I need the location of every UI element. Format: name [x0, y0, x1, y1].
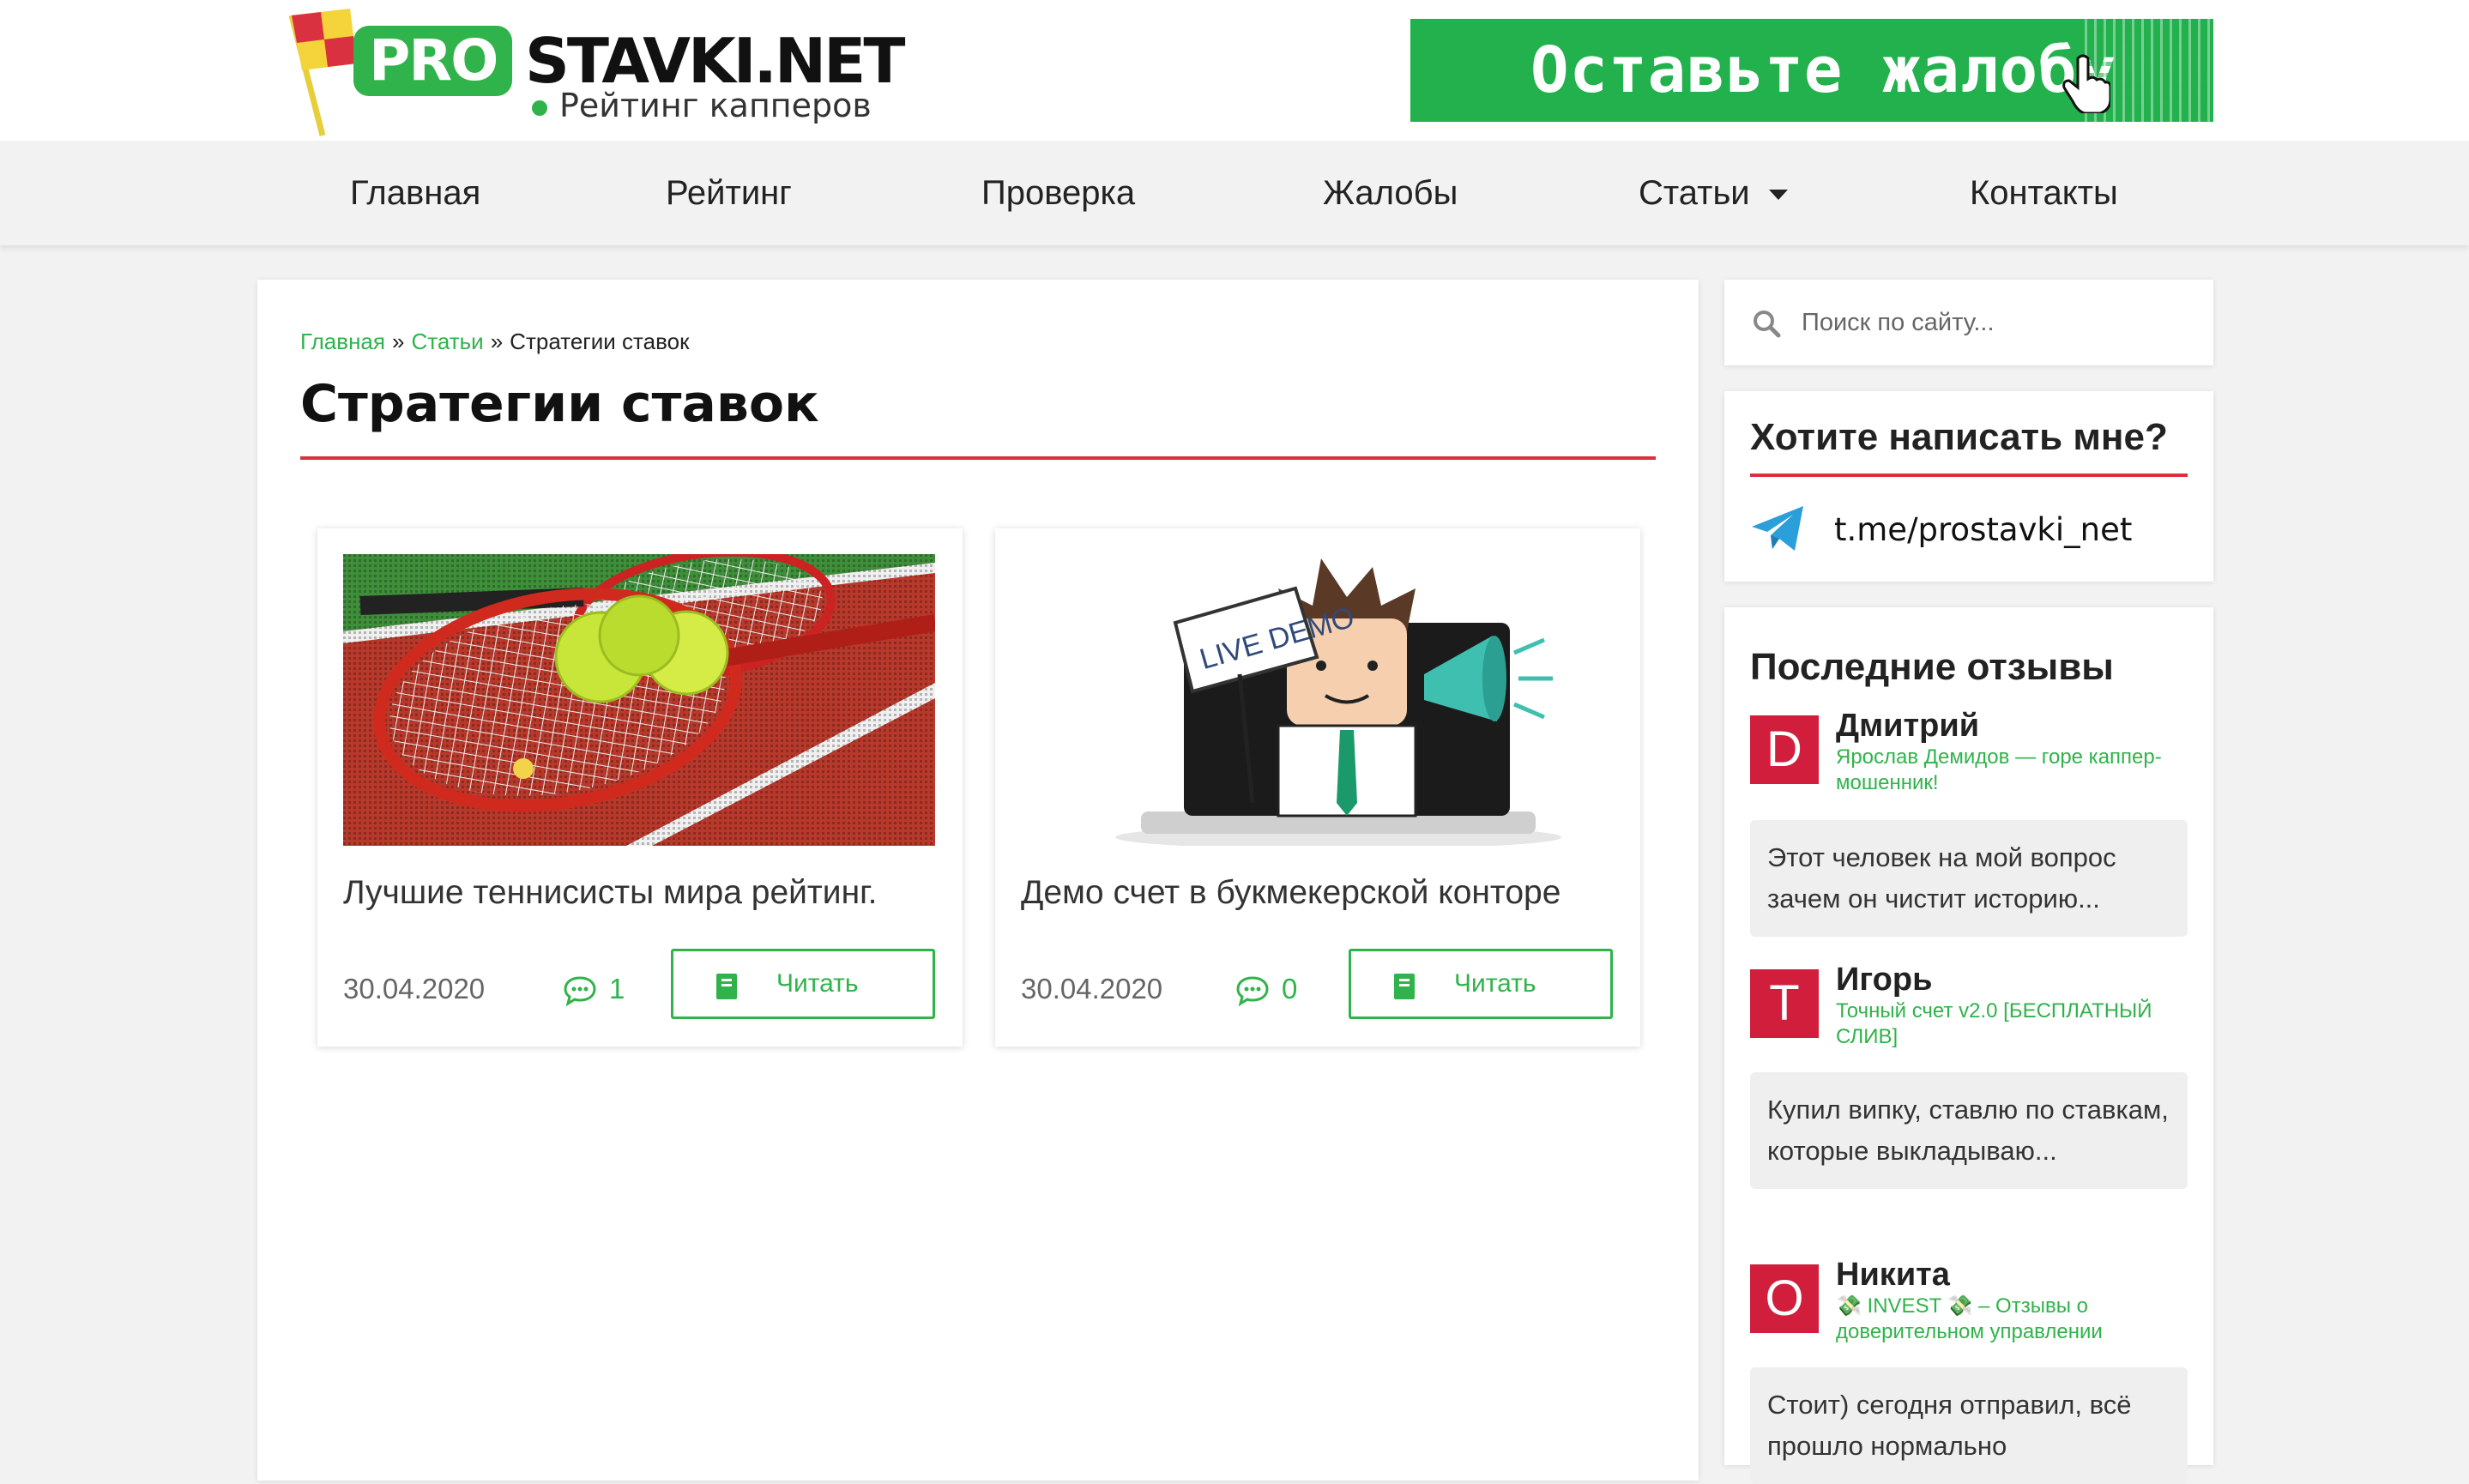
review-text: Стоит) сегодня отправил, всё прошло норм… [1750, 1367, 2188, 1484]
site-logo[interactable]: PRO STAVKI.NET Рейтинг капперов [283, 7, 905, 141]
nav-item-contacts[interactable]: Контакты [1970, 141, 2118, 245]
hand-cursor-icon [2062, 54, 2110, 113]
widget-divider [1750, 474, 2188, 477]
post-card: Лучшие теннисисты мира рейтинг. 30.04.20… [317, 528, 963, 1047]
breadcrumb-articles[interactable]: Статьи [411, 329, 483, 354]
review-target-link[interactable]: Точный счет v2.0 [БЕСПЛАТНЫЙ СЛИВ] [1836, 998, 2196, 1050]
breadcrumb-home[interactable]: Главная [300, 329, 385, 354]
title-divider [300, 456, 1656, 460]
nav-item-articles[interactable]: Статьи [1639, 141, 1788, 245]
post-date: 30.04.2020 [343, 973, 486, 1004]
book-icon [1394, 974, 1415, 999]
contact-widget-title: Хотите написать мне? [1750, 416, 2168, 458]
search-widget [1724, 280, 2213, 365]
green-dot-icon [532, 100, 547, 116]
review-text: Этот человек на мой вопрос зачем он чист… [1750, 820, 2188, 937]
read-button-label: Читать [776, 969, 859, 998]
complaint-banner[interactable]: Оставьте жалобу [1410, 19, 2213, 122]
telegram-icon [1752, 506, 1803, 551]
review-text: Купил випку, ставлю по ставкам, которые … [1750, 1072, 2188, 1189]
breadcrumb-separator: » [391, 329, 405, 354]
review-target-link[interactable]: Ярослав Демидов — горе каппер-мошенник! [1836, 745, 2196, 796]
contact-widget: Хотите написать мне? t.me/prostavki_net [1724, 391, 2213, 582]
breadcrumb-current: Стратегии ставок [510, 329, 690, 354]
read-button[interactable]: Читать [1349, 949, 1613, 1019]
nav-item-check[interactable]: Проверка [981, 141, 1135, 245]
post-thumbnail-demo[interactable]: LIVE DEMO [1021, 554, 1613, 846]
comment-icon [1236, 976, 1269, 1007]
review-author: Игорь [1836, 962, 1933, 998]
main-navigation: Главная Рейтинг Проверка Жалобы Статьи К… [0, 141, 2469, 245]
live-demo-image: LIVE DEMO [1021, 554, 1613, 846]
logo-tagline: Рейтинг капперов [532, 84, 872, 127]
comment-icon [564, 976, 596, 1007]
nav-item-rating[interactable]: Рейтинг [666, 141, 792, 245]
logo-pro-badge: PRO [353, 26, 513, 96]
breadcrumb: Главная» Статьи» Стратегии ставок [300, 326, 689, 357]
avatar: T [1750, 969, 1819, 1038]
post-card: LIVE DEMO Демо счет в букмекерской конто… [995, 528, 1640, 1047]
post-title[interactable]: Лучшие теннисисты мира рейтинг. [343, 872, 944, 914]
tennis-image [343, 554, 935, 846]
comment-count: 0 [1282, 973, 1298, 1004]
post-title[interactable]: Демо счет в букмекерской конторе [1021, 872, 1621, 914]
post-date: 30.04.2020 [1021, 973, 1163, 1004]
reviews-widget-title: Последние отзывы [1750, 646, 2114, 688]
site-header: PRO STAVKI.NET Рейтинг капперов Оставьте… [0, 0, 2469, 141]
comment-count: 1 [609, 973, 625, 1004]
page-title: Стратегии ставок [300, 374, 819, 434]
avatar: O [1750, 1264, 1819, 1333]
post-comments-link[interactable]: 0 [1235, 966, 1297, 1012]
nav-item-complaints[interactable]: Жалобы [1323, 141, 1458, 245]
flag-icon [288, 9, 357, 136]
search-icon [1754, 311, 1781, 338]
breadcrumb-separator: » [490, 329, 504, 354]
telegram-link[interactable]: t.me/prostavki_net [1834, 503, 2132, 558]
review-target-link[interactable]: 💸 INVEST 💸 – Отзывы о доверительном упра… [1836, 1294, 2196, 1345]
post-comments-link[interactable]: 1 [563, 966, 625, 1012]
search-input[interactable] [1802, 299, 2188, 347]
book-icon [716, 974, 737, 999]
chevron-down-icon [1768, 190, 1788, 201]
main-content: Главная» Статьи» Стратегии ставок Стратеги… [257, 280, 1699, 1481]
avatar: D [1750, 715, 1819, 784]
review-author: Дмитрий [1836, 708, 1980, 744]
complaint-banner-text: Оставьте жалобу [1530, 33, 2117, 107]
read-button[interactable]: Читать [671, 949, 935, 1019]
nav-item-home[interactable]: Главная [350, 141, 480, 245]
read-button-label: Читать [1454, 969, 1536, 998]
post-thumbnail-tennis[interactable] [343, 554, 935, 846]
review-author: Никита [1836, 1257, 1950, 1293]
reviews-widget: Последние отзывы D Дмитрий Ярослав Демид… [1724, 607, 2213, 1484]
